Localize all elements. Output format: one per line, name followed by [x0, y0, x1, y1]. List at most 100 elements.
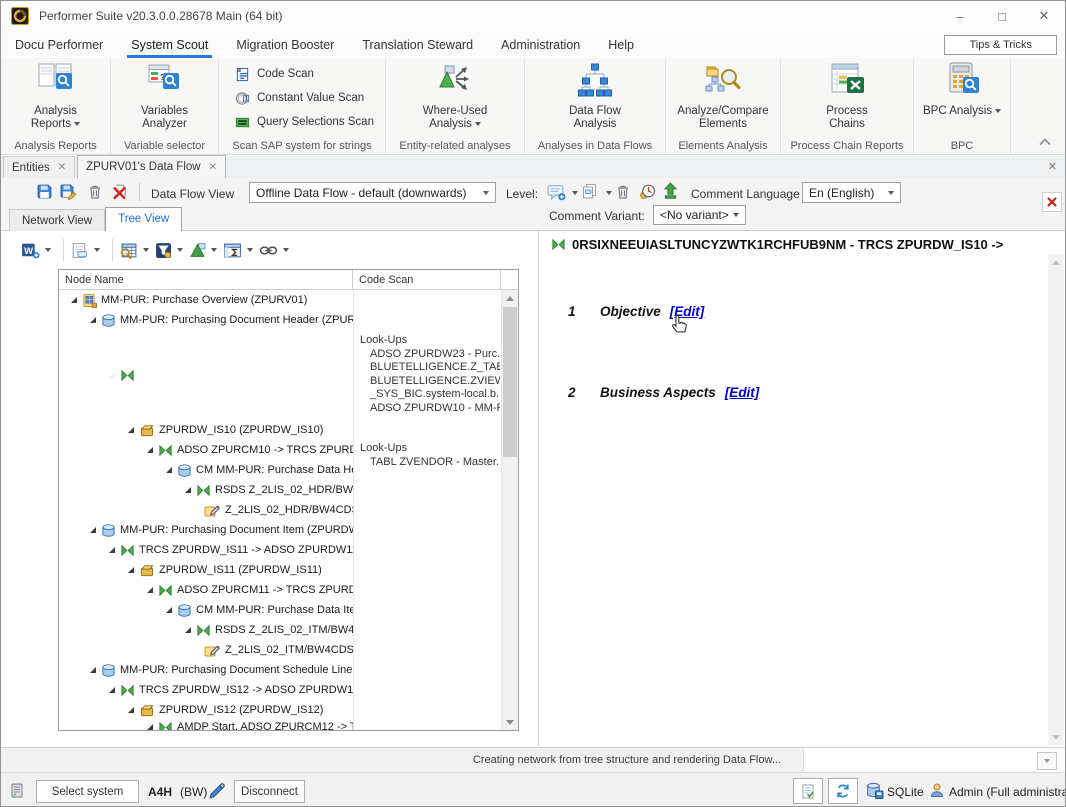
add-comment-icon[interactable] [547, 184, 566, 201]
delete-icon[interactable] [87, 184, 103, 200]
ribbon-item-constant-value-scan[interactable]: 1Constant Value Scan [219, 86, 385, 110]
tree-node[interactable]: ADSO ZPURCM10 -> TRCS ZPURDW_IS10 [59, 440, 353, 460]
tree-node[interactable]: MM-PUR: Purchasing Document Item (ZPURDW… [59, 520, 353, 540]
expander-icon[interactable] [108, 686, 116, 694]
data-flow-view-combobox[interactable]: Offline Data Flow - default (downwards) [249, 182, 496, 203]
tree-node[interactable]: TRCS ZPURDW_IS11 -> ADSO ZPURDW11 [59, 540, 353, 560]
tab-strip-close-icon[interactable]: ✕ [1048, 160, 1057, 173]
tips-and-tricks-button[interactable]: Tips & Tricks [944, 35, 1057, 55]
save-as-icon[interactable] [59, 183, 78, 201]
comment-variant-combobox[interactable]: <No variant> [653, 205, 746, 225]
expander-icon[interactable] [70, 296, 78, 304]
expander-icon[interactable] [127, 706, 135, 714]
ribbon-button-where-used-analysis[interactable]: Where-Used Analysis [386, 61, 524, 131]
expander-icon[interactable] [165, 466, 173, 474]
ribbon-item-query-selections-scan[interactable]: Query Selections Scan [219, 110, 385, 134]
ribbon-button-analysis-reports[interactable]: Analysis Reports [1, 61, 110, 131]
upload-comment-icon[interactable] [663, 182, 678, 199]
expander-icon[interactable] [127, 566, 135, 574]
tree-scroll-up-icon[interactable] [502, 290, 518, 306]
table-search-icon[interactable] [119, 242, 138, 259]
tree-node[interactable]: ZPURDW_IS10 (ZPURDW_IS10) [59, 420, 353, 440]
expander-icon[interactable] [165, 606, 173, 614]
tree-node[interactable]: Z_2LIS_02_HDR/BW4CDS [59, 500, 353, 520]
right-panel-scrollbar[interactable] [1048, 254, 1064, 745]
ribbon-button-variables-analyzer[interactable]: ?Variables Analyzer [111, 61, 218, 131]
expander-icon[interactable] [146, 446, 154, 454]
expander-icon[interactable] [184, 626, 192, 634]
document-tab-entities[interactable]: Entities✕ [3, 156, 75, 178]
refresh-button[interactable] [828, 778, 858, 804]
tree-node[interactable]: ADSO ZPURCM11 -> TRCS ZPURDW_IS11 [59, 580, 353, 600]
tree-node[interactable]: AMDP Start, ADSO ZPURCM12 -> TRCS ZPU [59, 720, 353, 730]
status-dropdown-button[interactable] [1037, 752, 1057, 770]
word-export-icon[interactable]: W [21, 242, 40, 259]
right-scroll-down-icon[interactable] [1048, 729, 1064, 745]
disconnect-button[interactable]: Disconnect [234, 780, 305, 803]
view-tab-network-view[interactable]: Network View [9, 209, 105, 231]
where-used-small-dropdown[interactable] [211, 248, 217, 252]
tree-node[interactable]: MM-PUR: Purchasing Document Header (ZPUR… [59, 310, 353, 330]
ribbon-tab-docu-performer[interactable]: Docu Performer [1, 31, 117, 58]
view-tab-tree-view[interactable]: Tree View [105, 207, 182, 231]
aggregate-table-icon[interactable] [223, 242, 242, 259]
expander-icon[interactable] [89, 526, 97, 534]
expander-icon[interactable] [184, 486, 192, 494]
tree-node[interactable]: MM-PUR: Purchasing Document Schedule Lin… [59, 660, 353, 680]
right-scroll-up-icon[interactable] [1048, 254, 1064, 270]
connection-pen-icon[interactable] [208, 783, 227, 800]
ribbon-tab-migration-booster[interactable]: Migration Booster [222, 31, 348, 58]
link-dropdown[interactable] [283, 248, 289, 252]
ribbon-tab-help[interactable]: Help [594, 31, 648, 58]
ribbon-button-process-chains[interactable]: Process Chains [781, 61, 913, 131]
aggregate-table-dropdown[interactable] [247, 248, 253, 252]
delete-comment-icon[interactable] [615, 184, 631, 200]
table-search-dropdown[interactable] [143, 248, 149, 252]
tab-close-icon[interactable]: ✕ [58, 162, 66, 173]
word-export-dropdown[interactable] [45, 248, 51, 252]
comment-language-combobox[interactable]: En (English) [802, 182, 901, 203]
ribbon-tab-translation-steward[interactable]: Translation Steward [348, 31, 487, 58]
column-header-node-name[interactable]: Node Name [59, 270, 353, 289]
edit-link[interactable]: [Edit] [725, 385, 760, 400]
close-comment-panel-button[interactable] [1042, 192, 1062, 212]
tree-node[interactable]: CM MM-PUR: Purchase Data Item (2LIS_ [59, 600, 353, 620]
ribbon-tab-system-scout[interactable]: System Scout [117, 31, 222, 58]
where-used-small-icon[interactable] [189, 242, 206, 259]
select-system-button[interactable]: Select system [36, 780, 139, 803]
expander-icon[interactable] [146, 586, 154, 594]
filter-icon[interactable] [155, 242, 172, 259]
link-icon[interactable] [259, 242, 278, 259]
tree-node[interactable]: TRCS ZPURDW_IS12 -> ADSO ZPURDW12 [59, 680, 353, 700]
tree-node[interactable]: ZPURDW_IS11 (ZPURDW_IS11) [59, 560, 353, 580]
copy-comment-icon[interactable] [581, 183, 599, 200]
expander-icon[interactable] [89, 316, 97, 324]
minimize-button[interactable]: – [939, 2, 981, 31]
ribbon-button-data-flow-analysis[interactable]: Data Flow Analysis [525, 61, 665, 131]
tree-scrollbar[interactable] [502, 290, 518, 730]
ribbon-button-analyze-compare-elements[interactable]: Analyze/Compare Elements [666, 61, 780, 131]
tree-node[interactable]: MM-PUR: Purchase Overview (ZPURV01) [59, 290, 353, 310]
tree-node[interactable]: Z_2LIS_02_ITM/BW4CDS [59, 640, 353, 660]
comment-document-dropdown[interactable] [94, 248, 100, 252]
tree-scroll-down-icon[interactable] [502, 714, 518, 730]
tree-node[interactable]: RSDS Z_2LIS_02_HDR/BW4CDS -> A [59, 480, 353, 500]
comment-document-icon[interactable] [70, 242, 89, 259]
expander-icon[interactable] [108, 371, 116, 379]
tree-node[interactable]: ZPURDW_IS12 (ZPURDW_IS12) [59, 700, 353, 720]
save-icon[interactable] [36, 183, 53, 200]
expander-icon[interactable] [127, 426, 135, 434]
ribbon-tab-administration[interactable]: Administration [487, 31, 594, 58]
document-tab-zpurv01-s-data-flow[interactable]: ZPURV01's Data Flow✕ [77, 155, 226, 178]
maximize-button[interactable]: □ [981, 2, 1023, 31]
delete-data-flow-view-icon[interactable] [111, 183, 128, 200]
tree-scrollbar-thumb[interactable] [503, 307, 517, 457]
expander-icon[interactable] [89, 666, 97, 674]
comment-history-icon[interactable] [638, 183, 656, 200]
column-header-code-scan[interactable]: Code Scan [353, 270, 501, 289]
tree-node[interactable]: RSDS Z_2LIS_02_ITM/BW4CDS -> A [59, 620, 353, 640]
collapse-ribbon-icon[interactable] [1039, 138, 1051, 146]
expander-icon[interactable] [108, 546, 116, 554]
ribbon-button-bpc-analysis[interactable]: BPC Analysis [914, 61, 1010, 118]
report-log-button[interactable] [793, 778, 823, 804]
